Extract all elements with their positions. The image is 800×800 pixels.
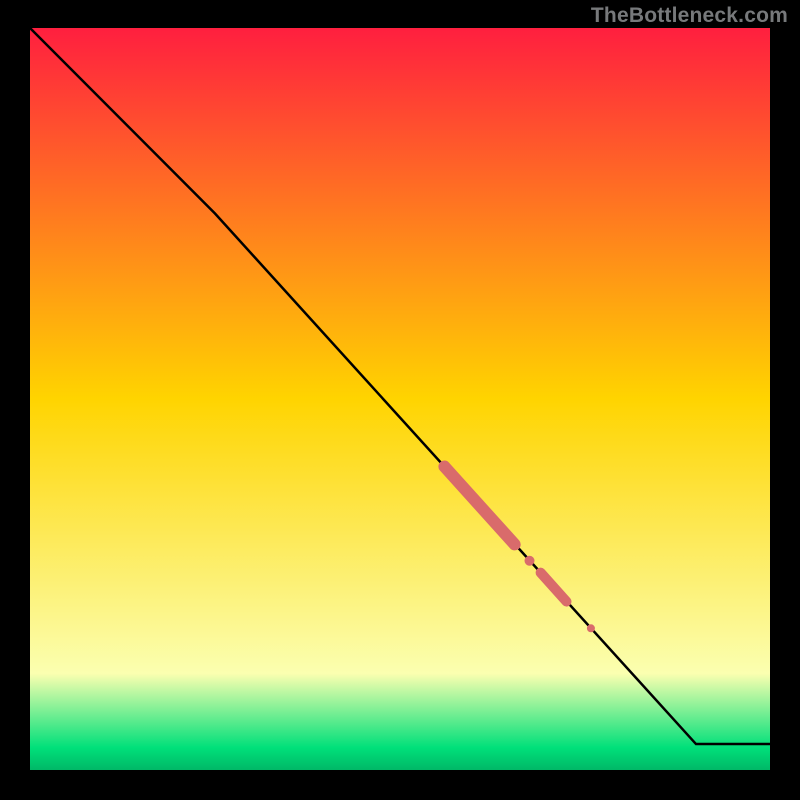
watermark-text: TheBottleneck.com <box>591 4 788 28</box>
chart-container: { "watermark": "TheBottleneck.com", "col… <box>0 0 800 800</box>
chart-svg <box>0 0 800 800</box>
